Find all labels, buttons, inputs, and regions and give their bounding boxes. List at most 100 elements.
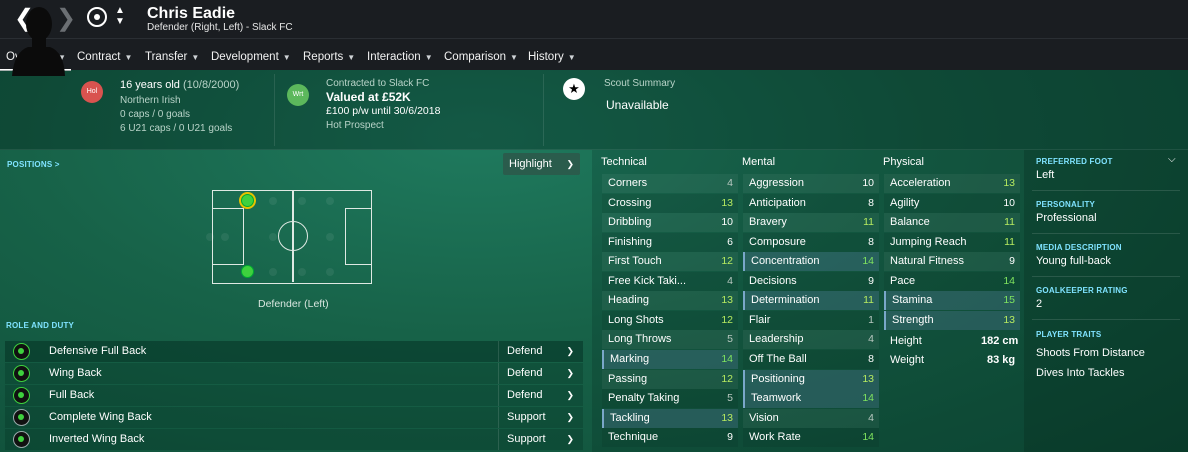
goalkeeper-rating: 2 bbox=[1036, 298, 1043, 310]
attribute-row[interactable]: Corners 4 bbox=[602, 174, 738, 193]
role-row[interactable]: Complete Wing Back Support ❯ bbox=[5, 407, 583, 428]
technical-title: Technical bbox=[601, 156, 647, 168]
chevron-down-icon: ❯ bbox=[566, 159, 574, 169]
attribute-row[interactable]: First Touch 12 bbox=[602, 252, 738, 272]
menu-history[interactable]: History ▼ bbox=[528, 51, 576, 63]
attribute-row[interactable]: Flair 1 bbox=[743, 310, 879, 330]
attribute-row[interactable]: Anticipation 8 bbox=[743, 193, 879, 213]
attribute-name: Concentration bbox=[751, 255, 820, 268]
attribute-name: Long Throws bbox=[608, 333, 672, 346]
attribute-row[interactable]: Technique 9 bbox=[602, 428, 738, 448]
attribute-value: 9 bbox=[727, 431, 733, 444]
player-age: 16 years old (10/8/2000) bbox=[120, 79, 240, 91]
position-dot bbox=[326, 233, 334, 241]
menu-transfer[interactable]: Transfer ▼ bbox=[145, 51, 199, 63]
chevron-down-icon: ❯ bbox=[566, 434, 574, 444]
duty-dropdown[interactable]: Defend ❯ bbox=[498, 341, 583, 362]
player-silhouette-icon bbox=[12, 7, 65, 76]
attribute-row[interactable]: Pace 14 bbox=[884, 271, 1020, 291]
duty-dropdown[interactable]: Defend ❯ bbox=[498, 363, 583, 384]
attribute-name: Corners bbox=[608, 177, 648, 189]
attribute-row[interactable]: Free Kick Taki... 4 bbox=[602, 271, 738, 291]
preferred-foot-title: PREFERRED FOOT bbox=[1036, 157, 1113, 166]
goalkeeper-rating-title: GOALKEEPER RATING bbox=[1036, 286, 1128, 295]
attribute-row[interactable]: Passing 12 bbox=[602, 369, 738, 389]
attribute-row[interactable]: Leadership 4 bbox=[743, 330, 879, 350]
menu-interaction[interactable]: Interaction ▼ bbox=[367, 51, 433, 63]
position-marker-selected[interactable] bbox=[241, 194, 254, 207]
attribute-row[interactable]: Work Rate 14 bbox=[743, 428, 879, 448]
menu-development[interactable]: Development ▼ bbox=[211, 51, 291, 63]
chevron-down-icon: ▼ bbox=[282, 53, 291, 62]
star-icon[interactable]: ★ bbox=[563, 78, 585, 100]
attribute-name: Strength bbox=[892, 313, 934, 326]
attribute-name: Dribbling bbox=[608, 216, 652, 229]
media-description-title: MEDIA DESCRIPTION bbox=[1036, 243, 1122, 252]
attribute-row[interactable]: Teamwork 14 bbox=[743, 389, 879, 409]
attribute-row[interactable]: Determination 11 bbox=[743, 291, 879, 311]
menu-contract[interactable]: Contract ▼ bbox=[77, 51, 132, 63]
attribute-row[interactable]: Vision 4 bbox=[743, 408, 879, 428]
attribute-value: 13 bbox=[721, 411, 733, 424]
title-bar: ❮ ❯ ▲ ▼ Chris Eadie Defender (Right, Left… bbox=[0, 0, 1188, 38]
up-down-icon[interactable]: ▲ ▼ bbox=[115, 5, 125, 27]
duty-dropdown[interactable]: Defend ❯ bbox=[498, 385, 583, 406]
role-icon bbox=[13, 365, 30, 382]
attribute-row[interactable]: Acceleration 13 bbox=[884, 174, 1020, 193]
club-badge-icon[interactable] bbox=[87, 7, 107, 27]
attribute-value: 14 bbox=[862, 392, 874, 405]
chevron-down-icon[interactable]: ⌵ bbox=[1168, 154, 1176, 165]
positions-link[interactable]: POSITIONS > bbox=[7, 160, 60, 169]
menu-reports[interactable]: Reports ▼ bbox=[303, 51, 355, 63]
attribute-row[interactable]: Off The Ball 8 bbox=[743, 349, 879, 369]
duty-dropdown[interactable]: Support ❯ bbox=[498, 407, 583, 428]
position-marker[interactable] bbox=[241, 265, 254, 278]
attribute-row[interactable]: Heading 13 bbox=[602, 291, 738, 311]
duty-dropdown[interactable]: Support ❯ bbox=[498, 429, 583, 450]
role-name: Full Back bbox=[49, 389, 95, 401]
attribute-row[interactable]: Balance 11 bbox=[884, 213, 1020, 233]
role-name: Inverted Wing Back bbox=[49, 433, 145, 445]
attribute-row[interactable]: Penalty Taking 5 bbox=[602, 389, 738, 409]
attribute-row[interactable]: Dribbling 10 bbox=[602, 213, 738, 233]
role-row[interactable]: Defensive Full Back Defend ❯ bbox=[5, 341, 583, 362]
highlight-dropdown[interactable]: Highlight ❯ bbox=[503, 153, 580, 175]
attribute-row[interactable]: Finishing 6 bbox=[602, 232, 738, 252]
attribute-name: Off The Ball bbox=[749, 352, 807, 365]
role-row[interactable]: Wing Back Defend ❯ bbox=[5, 363, 583, 384]
attribute-row[interactable]: Agility 10 bbox=[884, 193, 1020, 213]
menu-comparison[interactable]: Comparison ▼ bbox=[444, 51, 518, 63]
divider bbox=[1032, 233, 1180, 234]
attribute-row[interactable]: Decisions 9 bbox=[743, 271, 879, 291]
nation-badge[interactable]: Hol bbox=[81, 81, 103, 103]
role-row[interactable]: Inverted Wing Back Support ❯ bbox=[5, 429, 583, 450]
attribute-value: 4 bbox=[868, 333, 874, 346]
personality-title: PERSONALITY bbox=[1036, 200, 1096, 209]
attribute-row[interactable]: Concentration 14 bbox=[743, 252, 879, 272]
attribute-row[interactable]: Bravery 11 bbox=[743, 213, 879, 233]
attribute-row[interactable]: Tackling 13 bbox=[602, 408, 738, 428]
attribute-row[interactable]: Aggression 10 bbox=[743, 174, 879, 193]
right-penalty-box bbox=[345, 208, 372, 265]
attribute-row[interactable]: Strength 13 bbox=[884, 310, 1020, 330]
attribute-row[interactable]: Stamina 15 bbox=[884, 291, 1020, 311]
attribute-row[interactable]: Jumping Reach 11 bbox=[884, 232, 1020, 252]
contract-badge[interactable]: Wrt bbox=[287, 84, 309, 106]
attribute-row[interactable]: Long Throws 5 bbox=[602, 330, 738, 350]
attribute-row[interactable]: Positioning 13 bbox=[743, 369, 879, 389]
attribute-name: First Touch bbox=[608, 255, 662, 268]
attribute-name: Work Rate bbox=[749, 431, 801, 444]
personality: Professional bbox=[1036, 212, 1097, 224]
attribute-name: Determination bbox=[751, 294, 820, 307]
role-row[interactable]: Full Back Defend ❯ bbox=[5, 385, 583, 406]
menu-bar: Overview▼ Contract▼ Transfer▼ Developmen… bbox=[0, 38, 1188, 71]
attribute-value: 1 bbox=[868, 313, 874, 326]
attribute-row[interactable]: Long Shots 12 bbox=[602, 310, 738, 330]
attribute-row[interactable]: Marking 14 bbox=[602, 349, 738, 369]
attribute-row[interactable]: Natural Fitness 9 bbox=[884, 252, 1020, 272]
attribute-row[interactable]: Crossing 13 bbox=[602, 193, 738, 213]
role-name: Complete Wing Back bbox=[49, 411, 152, 423]
media-description: Young full-back bbox=[1036, 255, 1111, 267]
attribute-name: Bravery bbox=[749, 216, 787, 229]
attribute-row[interactable]: Composure 8 bbox=[743, 232, 879, 252]
